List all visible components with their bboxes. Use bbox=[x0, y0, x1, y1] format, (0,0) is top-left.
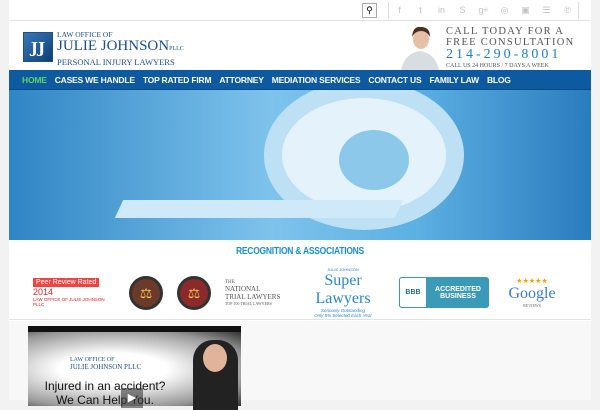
google-plus-icon[interactable]: g+ bbox=[473, 2, 494, 19]
logo-name-text: JULIE JOHNSON bbox=[57, 38, 170, 54]
nav-cases-we-handle[interactable]: CASES WE HANDLE bbox=[55, 75, 135, 85]
video-logo2: JULIE JOHNSON PLLC bbox=[70, 363, 142, 371]
ntl-l4: TOP 100 TRIAL LAWYERS bbox=[225, 300, 272, 306]
bbb-logo: BBB bbox=[399, 277, 427, 308]
top-bar: ⚲ f t in S g+ ◎ ▣ ☰ ℗ bbox=[9, 0, 591, 21]
peer-year: 2014 bbox=[33, 287, 54, 297]
super-lawyers-badge[interactable]: JULIE JOHNSON Super Lawyers Seriously Ou… bbox=[301, 267, 385, 318]
rss-icon[interactable]: ☰ bbox=[536, 2, 557, 19]
cta-hours: CALL US 24 HOURS / 7 DAYS A WEEK bbox=[446, 63, 549, 69]
video-line1: Injured in an accident? bbox=[44, 379, 166, 393]
bbb-badge[interactable]: BBB ACCREDITED BUSINESS bbox=[399, 277, 489, 308]
hero-banner bbox=[9, 90, 591, 240]
recognition-title: RECOGNITION & ASSOCIATIONS bbox=[236, 246, 364, 257]
social-links: f t in S g+ ◎ ▣ ☰ ℗ bbox=[388, 2, 579, 19]
video-caption: Injured in an accident? We Can Help You. bbox=[40, 379, 170, 407]
nav-contact-us[interactable]: CONTACT US bbox=[368, 75, 421, 85]
video-face bbox=[203, 344, 227, 372]
recognition-section: RECOGNITION & ASSOCIATIONS Peer Review R… bbox=[9, 240, 591, 320]
sl-name: Super Lawyers bbox=[315, 272, 371, 307]
phone-number[interactable]: 214-290-8001 bbox=[446, 48, 575, 62]
google-sub: REVIEWS bbox=[523, 303, 541, 308]
sl-sub2: Only 5% Selected Each Year bbox=[314, 313, 372, 318]
scanner-bore bbox=[339, 130, 409, 190]
bbb-text1: ACCREDITED bbox=[435, 285, 481, 293]
logo-tagline: PERSONAL INJURY LAWYERS bbox=[57, 57, 175, 67]
twitter-icon[interactable]: t bbox=[410, 2, 431, 19]
national-trial-lawyers-badge[interactable]: THE NATIONAL TRIAL LAWYERS TOP 100 TRIAL… bbox=[225, 280, 287, 306]
page: ⚲ f t in S g+ ◎ ▣ ☰ ℗ JJ LAW OFFICE OF J… bbox=[9, 0, 591, 410]
video-player[interactable]: LAW OFFICE OF JULIE JOHNSON PLLC Injured … bbox=[28, 326, 241, 410]
ntl-l3: TRIAL LAWYERS bbox=[225, 292, 281, 301]
content-area: LAW OFFICE OF JULIE JOHNSON PLLC Injured … bbox=[9, 321, 591, 410]
nav-blog[interactable]: BLOG bbox=[487, 75, 511, 85]
nav-home[interactable]: HOME bbox=[22, 75, 47, 85]
bbb-text2: BUSINESS bbox=[440, 292, 476, 300]
cta-line1: CALL TODAY FOR A bbox=[446, 26, 565, 37]
nav-mediation-services[interactable]: MEDIATION SERVICES bbox=[272, 75, 361, 85]
google-name: Google bbox=[508, 285, 556, 302]
nav-top-rated-firm[interactable]: TOP RATED FIRM bbox=[143, 75, 212, 85]
video-line2: We Can Help You. bbox=[56, 393, 154, 407]
scanner-bed bbox=[114, 200, 404, 218]
peer-review-badge[interactable]: Peer Review Rated 2014 LAW OFFICE OF JUL… bbox=[33, 278, 115, 307]
agent-image bbox=[401, 26, 439, 70]
play-icon[interactable]: ▶ bbox=[121, 388, 143, 408]
logo-name: JULIE JOHNSONPLLC bbox=[57, 39, 184, 57]
youtube-icon[interactable]: ▣ bbox=[515, 2, 536, 19]
call-to-action: CALL TODAY FOR A FREE CONSULTATION 214-2… bbox=[446, 26, 575, 70]
nav-family-law[interactable]: FAMILY LAW bbox=[429, 75, 479, 85]
nav-attorney[interactable]: ATTORNEY bbox=[219, 75, 264, 85]
peer-caption: LAW OFFICE OF JULIE JOHNSON PLLC bbox=[33, 297, 105, 307]
linkedin-icon[interactable]: in bbox=[431, 2, 452, 19]
peer-label: Peer Review Rated bbox=[33, 278, 100, 287]
video-logo: LAW OFFICE OF JULIE JOHNSON PLLC bbox=[70, 357, 141, 371]
seal-badge-1[interactable]: ⚖ bbox=[129, 275, 163, 310]
logo[interactable]: LAW OFFICE OF JULIE JOHNSONPLLC PERSONAL… bbox=[57, 30, 184, 67]
main-nav: HOME CASES WE HANDLE TOP RATED FIRM ATTO… bbox=[9, 70, 591, 90]
search-button[interactable]: ⚲ bbox=[362, 3, 377, 18]
ntl-l2: NATIONAL bbox=[225, 284, 261, 293]
logo-suffix: PLLC bbox=[169, 46, 184, 52]
logo-icon[interactable]: JJ bbox=[23, 32, 53, 62]
facebook-icon[interactable]: f bbox=[389, 2, 410, 19]
seal-badge-2[interactable]: ⚖ bbox=[177, 275, 211, 310]
google-reviews-badge[interactable]: ★★★★★ Google REVIEWS bbox=[503, 277, 561, 308]
instagram-icon[interactable]: ◎ bbox=[494, 2, 515, 19]
pinterest-icon[interactable]: ℗ bbox=[557, 2, 578, 19]
skype-icon[interactable]: S bbox=[452, 2, 473, 19]
header: JJ LAW OFFICE OF JULIE JOHNSONPLLC PERSO… bbox=[9, 21, 591, 70]
star-rating: ★★★★★ bbox=[516, 277, 548, 285]
